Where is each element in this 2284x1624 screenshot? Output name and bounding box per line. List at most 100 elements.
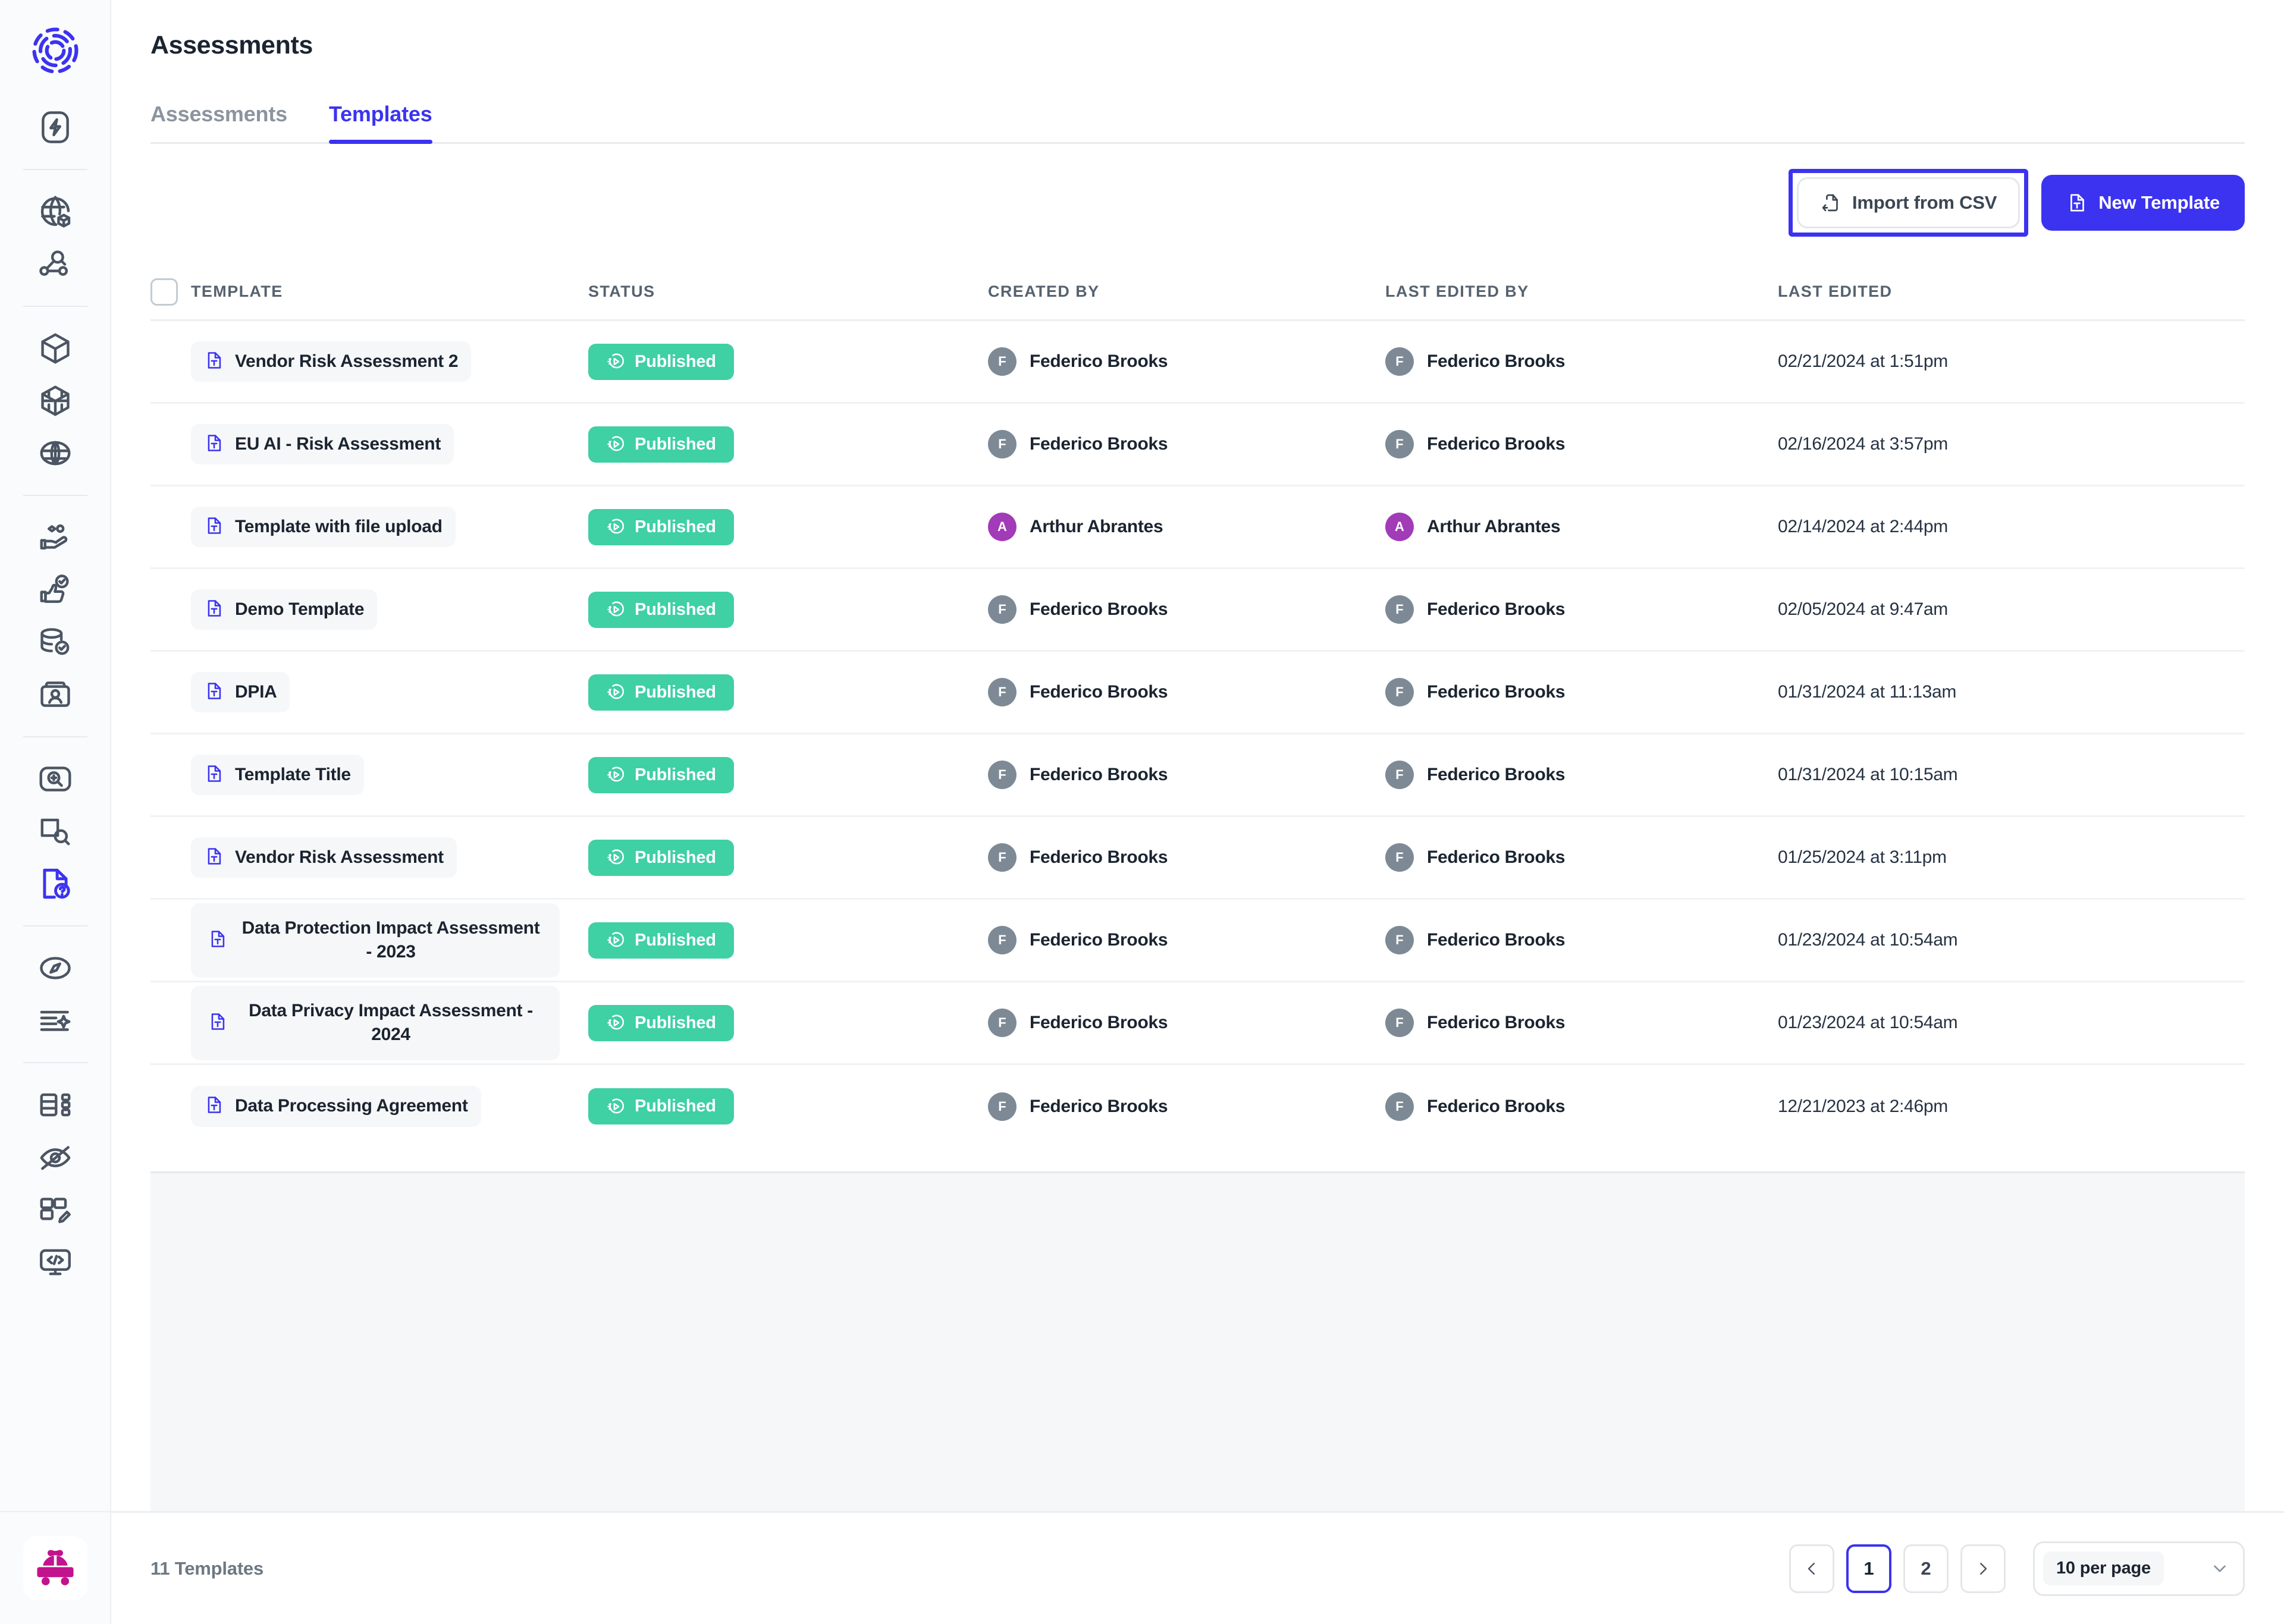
created-by-name: Federico Brooks [1030, 765, 1168, 784]
pagination-page-1[interactable]: 1 [1846, 1544, 1891, 1593]
last-edited-by-person: F Federico Brooks [1385, 761, 1565, 789]
column-header-status[interactable]: STATUS [588, 282, 988, 301]
import-from-csv-label: Import from CSV [1852, 192, 1997, 213]
template-name: Data Privacy Impact Assessment - 2024 [249, 1000, 533, 1045]
last-edited-by-name: Federico Brooks [1427, 765, 1565, 784]
new-template-button[interactable]: New Template [2041, 175, 2245, 231]
app-logo[interactable] [0, 0, 110, 101]
table-row[interactable]: Data Processing Agreement Published F Fe… [150, 1065, 2245, 1148]
table-row[interactable]: Vendor Risk Assessment 2 Published F Fed… [150, 321, 2245, 404]
row-select-cell [150, 679, 191, 706]
brand-badge[interactable] [23, 1536, 87, 1600]
cell-last-edited-by: F Federico Brooks [1385, 926, 1778, 954]
cell-last-edited: 12/21/2023 at 2:46pm [1778, 1096, 1948, 1116]
sidebar-item-assets[interactable] [22, 322, 89, 375]
column-header-last-edited-by[interactable]: LAST EDITED BY [1385, 282, 1778, 301]
document-question-icon [42, 868, 70, 899]
sidebar-item-consent[interactable] [22, 564, 89, 616]
document-text-icon [208, 1097, 221, 1113]
cell-last-edited-by: F Federico Brooks [1385, 843, 1778, 872]
tab-templates[interactable]: Templates [328, 102, 432, 144]
avatar: F [1385, 347, 1414, 376]
table-row[interactable]: DPIA Published F Federico Brooks F Feder [150, 652, 2245, 734]
pagination-next-button[interactable] [1960, 1544, 2006, 1593]
status-label: Published [635, 434, 716, 454]
template-link[interactable]: Data Privacy Impact Assessment - 2024 [191, 985, 560, 1060]
cell-last-edited-by: A Arthur Abrantes [1385, 513, 1778, 541]
sidebar-item-regions[interactable] [22, 427, 89, 479]
tab-assessments[interactable]: Assessments [150, 102, 287, 142]
cell-last-edited: 01/31/2024 at 11:13am [1778, 682, 1957, 702]
template-link[interactable]: Data Processing Agreement [191, 1086, 481, 1127]
sidebar-divider-2 [23, 306, 87, 307]
import-from-csv-button[interactable]: Import from CSV [1796, 177, 2021, 228]
publish-play-icon [607, 353, 625, 369]
sidebar-item-data-inventory[interactable] [22, 186, 89, 238]
last-edited-by-name: Federico Brooks [1427, 351, 1565, 371]
avatar: A [1385, 513, 1414, 541]
sidebar-item-systems[interactable] [22, 375, 89, 427]
sidebar-item-privacy[interactable] [22, 1131, 89, 1183]
cell-created-by: F Federico Brooks [988, 926, 1385, 954]
table-row[interactable]: Vendor Risk Assessment Published F Feder… [150, 817, 2245, 900]
created-by-person: F Federico Brooks [988, 347, 1168, 376]
table-row[interactable]: Data Protection Impact Assessment - 2023… [150, 900, 2245, 982]
sidebar-divider-4 [23, 736, 87, 737]
cell-template: EU AI - Risk Assessment [191, 423, 588, 465]
created-by-person: F Federico Brooks [988, 1092, 1168, 1121]
status-badge: Published [588, 343, 734, 380]
select-all-checkbox[interactable] [150, 278, 178, 306]
template-link[interactable]: Vendor Risk Assessment [191, 837, 457, 878]
cell-last-edited-by: F Federico Brooks [1385, 430, 1778, 458]
sidebar-item-data-discovery[interactable] [22, 238, 89, 290]
status-label: Published [635, 1013, 716, 1032]
document-text-icon [208, 765, 221, 782]
templates-table: TEMPLATE STATUS CREATED BY LAST EDITED B… [150, 264, 2245, 1148]
sidebar-item-schema[interactable] [22, 1079, 89, 1131]
avatar: F [988, 761, 1016, 789]
sidebar-item-reports[interactable] [22, 805, 89, 857]
table-row[interactable]: EU AI - Risk Assessment Published F Fede… [150, 404, 2245, 486]
table-row[interactable]: Data Privacy Impact Assessment - 2024 Pu… [150, 982, 2245, 1065]
template-link[interactable]: Template Title [191, 754, 364, 796]
sidebar-item-customize[interactable] [22, 1183, 89, 1236]
template-file-icon [208, 1012, 228, 1035]
pagination: 1 2 10 per page [1789, 1541, 2245, 1596]
last-edited-by-person: F Federico Brooks [1385, 595, 1565, 624]
table-row[interactable]: Template with file upload Published A Ar… [150, 486, 2245, 569]
template-link[interactable]: Data Protection Impact Assessment - 2023 [191, 903, 560, 978]
pagination-page-2[interactable]: 2 [1903, 1544, 1949, 1593]
table-row[interactable]: Template Title Published F Federico Broo… [150, 734, 2245, 817]
sidebar-item-developers[interactable] [22, 1236, 89, 1288]
sidebar-item-ai-insights[interactable] [22, 994, 89, 1047]
per-page-select[interactable]: 10 per page [2033, 1541, 2245, 1596]
template-link[interactable]: Template with file upload [191, 506, 456, 548]
status-badge: Published [588, 922, 734, 959]
sidebar-item-subject-requests[interactable] [22, 668, 89, 721]
last-edited-by-name: Federico Brooks [1427, 930, 1565, 950]
sidebar-item-navigator[interactable] [22, 942, 89, 994]
cell-template: Data Processing Agreement [191, 1086, 588, 1127]
pagination-prev-button[interactable] [1789, 1544, 1834, 1593]
column-header-created-by[interactable]: CREATED BY [988, 282, 1385, 301]
template-link[interactable]: Demo Template [191, 589, 378, 630]
table-row[interactable]: Demo Template Published F Federico Brook… [150, 569, 2245, 652]
publish-play-icon [607, 932, 625, 947]
template-link[interactable]: Vendor Risk Assessment 2 [191, 341, 472, 382]
avatar: F [988, 430, 1016, 458]
column-header-last-edited[interactable]: LAST EDITED [1778, 282, 2245, 301]
avatar: F [1385, 843, 1414, 872]
row-select-cell [150, 596, 191, 623]
sidebar-item-assessments[interactable] [22, 857, 89, 910]
sidebar-item-data-governance[interactable] [22, 616, 89, 668]
template-link[interactable]: DPIA [191, 671, 290, 713]
sidebar-item-vendors[interactable] [22, 511, 89, 564]
compass-icon [39, 957, 71, 979]
last-edited-by-person: F Federico Brooks [1385, 926, 1565, 954]
cell-last-edited-by: F Federico Brooks [1385, 678, 1778, 706]
sidebar-item-automation[interactable] [22, 101, 89, 153]
sidebar-item-scans[interactable] [22, 753, 89, 805]
column-header-template[interactable]: TEMPLATE [191, 282, 588, 301]
document-text-icon [208, 682, 221, 699]
template-link[interactable]: EU AI - Risk Assessment [191, 423, 454, 465]
